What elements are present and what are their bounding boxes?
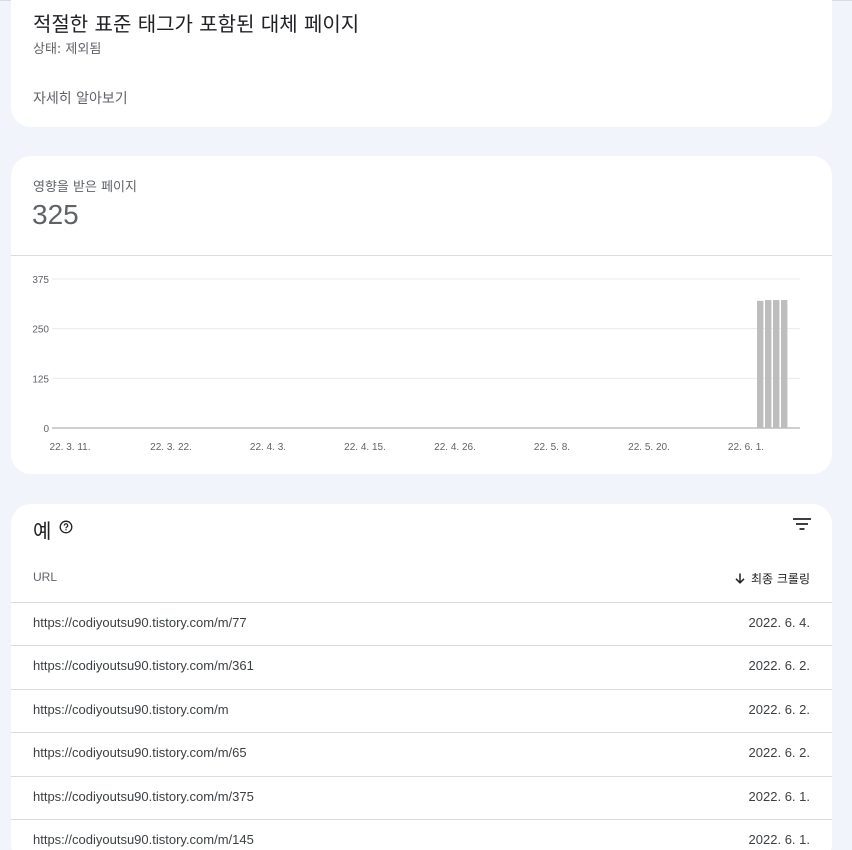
y-tick-label: 125 — [32, 374, 49, 385]
row-date: 2022. 6. 4. — [748, 615, 810, 630]
x-tick-label: 22. 4. 26. — [434, 442, 476, 453]
row-date: 2022. 6. 2. — [748, 701, 810, 717]
filter-icon[interactable] — [792, 516, 812, 532]
chart-bar — [757, 300, 764, 428]
x-tick-label: 22. 4. 15. — [344, 442, 386, 453]
table-row[interactable]: https://codiyoutsu90.tistory.com/m 2022.… — [11, 690, 832, 734]
examples-card: 예 URL 최종 크롤링 https://codiyoutsu90.tistor… — [11, 504, 832, 850]
row-url: https://codiyoutsu90.tistory.com/m/361 — [33, 658, 254, 674]
chart-bar — [781, 300, 788, 428]
row-url: https://codiyoutsu90.tistory.com/m/145 — [33, 831, 254, 847]
affected-pages-card: 영향을 받은 페이지 325 375 250 125 0 22. 3. 11. 22. 3… — [11, 156, 832, 474]
row-url: https://codiyoutsu90.tistory.com/m/65 — [33, 745, 247, 761]
x-tick-label: 22. 5. 8. — [534, 442, 570, 453]
column-header-url[interactable]: URL — [33, 570, 57, 584]
row-url: https://codiyoutsu90.tistory.com/m/77 — [33, 615, 247, 630]
table-row[interactable]: https://codiyoutsu90.tistory.com/m/375 2… — [11, 777, 832, 820]
arrow-down-icon — [735, 573, 745, 584]
row-url: https://codiyoutsu90.tistory.com/m — [33, 701, 229, 717]
y-tick-label: 375 — [32, 275, 49, 286]
examples-table-body: https://codiyoutsu90.tistory.com/m/77 20… — [11, 603, 832, 850]
row-date: 2022. 6. 1. — [748, 788, 810, 804]
affected-pages-label: 영향을 받은 페이지 — [33, 180, 137, 195]
table-row[interactable]: https://codiyoutsu90.tistory.com/m/65 20… — [11, 733, 832, 777]
issue-status-card: 적절한 표준 태그가 포함된 대체 페이지 상태: 제외됨 자세히 알아보기 — [11, 0, 832, 127]
row-date: 2022. 6. 1. — [748, 831, 810, 847]
affected-pages-chart: 375 250 125 022. 3. 11. 22. 3. 22. 22. 4. 3. 2… — [32, 275, 800, 453]
learn-more-link[interactable]: 자세히 알아보기 — [33, 88, 128, 108]
x-tick-label: 22. 6. 1. — [728, 442, 764, 453]
chart-bar — [765, 300, 772, 428]
table-header: URL 최종 크롤링 — [11, 558, 832, 603]
examples-title: 예 — [33, 519, 52, 543]
x-tick-label: 22. 3. 22. — [150, 442, 192, 453]
x-tick-label: 22. 4. 3. — [250, 442, 286, 453]
row-date: 2022. 6. 2. — [748, 658, 810, 674]
help-circle-icon[interactable] — [59, 520, 73, 534]
table-row[interactable]: https://codiyoutsu90.tistory.com/m/361 2… — [11, 646, 832, 690]
column-header-last-crawl[interactable]: 최종 크롤링 — [735, 570, 810, 587]
issue-status: 상태: 제외됨 — [33, 42, 102, 57]
affected-pages-count: 325 — [32, 199, 79, 230]
table-row[interactable]: https://codiyoutsu90.tistory.com/m/77 20… — [11, 603, 832, 647]
table-row[interactable]: https://codiyoutsu90.tistory.com/m/145 2… — [11, 820, 832, 850]
issue-title: 적절한 표준 태그가 포함된 대체 페이지 — [33, 12, 360, 36]
row-date: 2022. 6. 2. — [748, 745, 810, 761]
row-url: https://codiyoutsu90.tistory.com/m/375 — [33, 788, 254, 804]
x-tick-label: 22. 5. 20. — [628, 442, 670, 453]
x-tick-label: 22. 3. 11. — [50, 442, 91, 453]
y-tick-label: 250 — [32, 325, 49, 336]
last-crawl-label: 최종 크롤링 — [750, 572, 810, 586]
y-tick-label: 0 — [43, 424, 49, 435]
chart-bar — [773, 300, 780, 428]
